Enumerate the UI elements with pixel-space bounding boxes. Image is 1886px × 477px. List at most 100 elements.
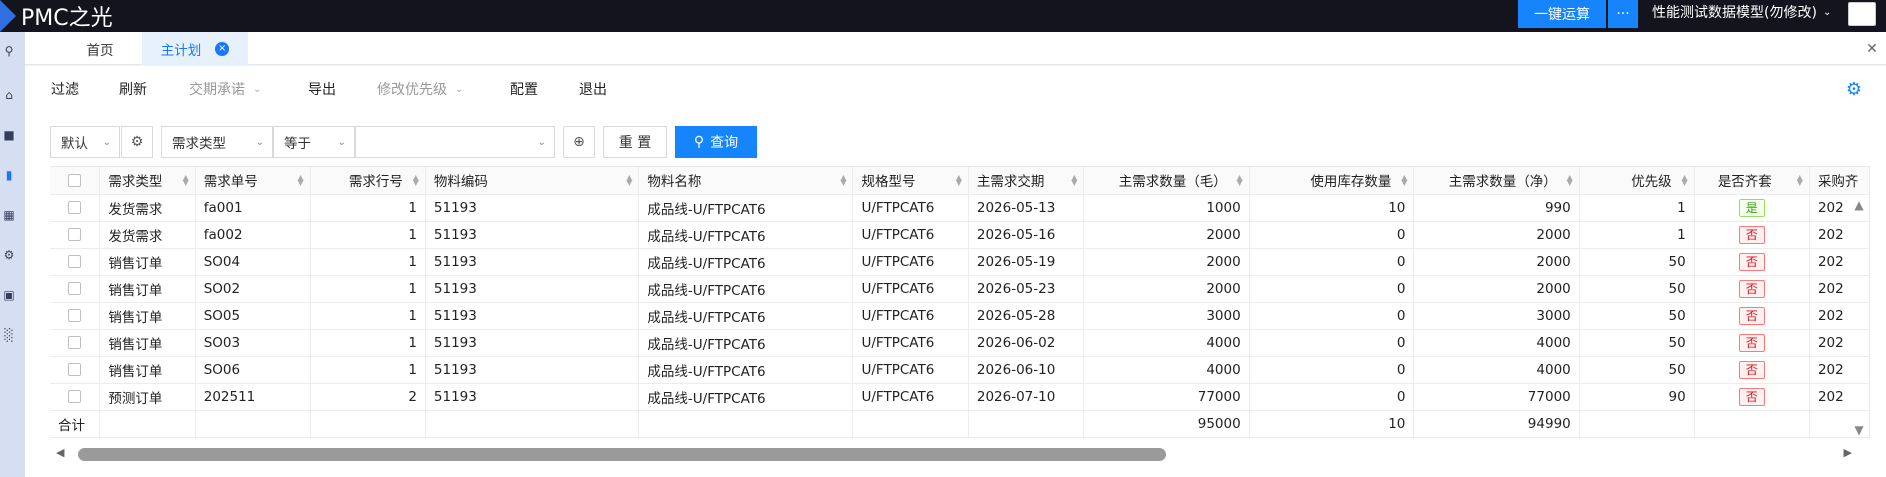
- modify-priority-label: 修改优先级: [377, 82, 447, 98]
- delivery-promise-dropdown[interactable]: 交期承诺 ⌄: [189, 66, 261, 112]
- cell-stock: 0: [1249, 356, 1415, 384]
- table-row[interactable]: 发货需求 fa002 1 51193 成品线-U/FTPCAT6 U/FTPCAT6 202…: [50, 221, 1870, 249]
- field-select[interactable]: 需求类型 ⌄: [161, 126, 273, 158]
- cell-date: 2026-06-02: [968, 329, 1085, 357]
- cell-date: 2026-06-10: [968, 356, 1085, 384]
- reset-button[interactable]: 重 置: [603, 126, 667, 158]
- cell-purchase: 202: [1809, 275, 1870, 303]
- plan-icon[interactable]: ▮: [2, 168, 16, 182]
- modify-priority-dropdown[interactable]: 修改优先级 ⌄: [377, 66, 463, 112]
- filter-button[interactable]: 过滤: [51, 66, 79, 112]
- close-tab-icon[interactable]: ×: [215, 41, 230, 56]
- select-all-checkbox[interactable]: [50, 167, 101, 195]
- tab-home[interactable]: 首页: [50, 32, 150, 65]
- scroll-left-icon[interactable]: ◀: [56, 446, 64, 459]
- operator-select[interactable]: 等于 ⌄: [273, 126, 355, 158]
- summary-cell: [1694, 410, 1810, 438]
- home-icon[interactable]: ⌂: [2, 88, 16, 102]
- query-button[interactable]: ⚲ 查询: [675, 126, 757, 158]
- col-header[interactable]: 采购齐: [1809, 167, 1870, 195]
- col-header[interactable]: 主需求数量（净） ▲ ▼: [1413, 167, 1580, 195]
- cell-priority: 50: [1579, 329, 1695, 357]
- table-row[interactable]: 销售订单 SO02 1 51193 成品线-U/FTPCAT6 U/FTPCAT6 2026…: [50, 275, 1870, 303]
- row-checkbox[interactable]: [50, 356, 101, 384]
- close-icon[interactable]: ✕: [1860, 37, 1884, 61]
- cell-complete: 否: [1694, 356, 1810, 384]
- summary-cell: [99, 410, 196, 438]
- row-checkbox[interactable]: [50, 302, 101, 330]
- cell-stock: 0: [1249, 302, 1415, 330]
- more-button[interactable]: ···: [1608, 0, 1638, 28]
- cell-stock: 0: [1249, 329, 1415, 357]
- chevron-down-icon: ⌄: [537, 136, 546, 148]
- col-header[interactable]: 是否齐套 ▲ ▼: [1694, 167, 1810, 195]
- row-checkbox[interactable]: [50, 194, 101, 222]
- value-select[interactable]: ⌄: [355, 126, 555, 158]
- scroll-up-icon[interactable]: ▲: [1851, 198, 1867, 212]
- export-button[interactable]: 导出: [308, 66, 336, 112]
- col-header[interactable]: 主需求数量（毛） ▲ ▼: [1083, 167, 1250, 195]
- run-all-button[interactable]: 一键运算: [1518, 0, 1606, 28]
- cell-code: 51193: [425, 329, 640, 357]
- cell-net: 77000: [1413, 383, 1580, 411]
- cell-gross: 1000: [1083, 194, 1250, 222]
- avatar[interactable]: [1848, 2, 1876, 26]
- summary-cell: [638, 410, 854, 438]
- row-checkbox[interactable]: [50, 248, 101, 276]
- config-button[interactable]: 配置: [510, 66, 538, 112]
- search-icon[interactable]: ⚲: [2, 44, 16, 58]
- col-header[interactable]: 使用库存数量 ▲ ▼: [1249, 167, 1415, 195]
- col-header[interactable]: 需求单号 ▲ ▼: [195, 167, 311, 195]
- table-row[interactable]: 预测订单 202511 2 51193 成品线-U/FTPCAT6 U/FTPCAT6 20…: [50, 383, 1870, 411]
- scrollbar-thumb[interactable]: [78, 448, 1166, 461]
- add-condition-button[interactable]: ⊕: [563, 126, 595, 158]
- scroll-down-icon[interactable]: ▼: [1851, 423, 1867, 437]
- summary-cell: [425, 410, 640, 438]
- table-row[interactable]: 发货需求 fa001 1 51193 成品线-U/FTPCAT6 U/FTPCAT6 202…: [50, 194, 1870, 222]
- horizontal-scrollbar[interactable]: ◀ ▶: [50, 445, 1852, 461]
- chart-icon[interactable]: ▦: [2, 208, 16, 222]
- table-row[interactable]: 销售订单 SO05 1 51193 成品线-U/FTPCAT6 U/FTPCAT6 2026…: [50, 302, 1870, 330]
- scroll-right-icon[interactable]: ▶: [1844, 446, 1852, 459]
- gear-icon[interactable]: ⚙: [2, 248, 16, 262]
- complete-status-badge: 否: [1738, 333, 1765, 352]
- stats-icon[interactable]: ░: [2, 328, 16, 342]
- report-icon[interactable]: ▣: [2, 288, 16, 302]
- tab-main-plan[interactable]: 主计划 ×: [142, 32, 248, 65]
- gear-icon: ⚙: [130, 134, 144, 150]
- settings-gear-icon[interactable]: ⚙: [1845, 79, 1863, 100]
- top-bar: PMC之光 一键运算 ··· 性能测试数据模型(勿修改) ⌄: [0, 0, 1886, 32]
- cell-stock: 0: [1249, 248, 1415, 276]
- exit-button[interactable]: 退出: [579, 66, 607, 112]
- cell-gross: 4000: [1083, 329, 1250, 357]
- row-checkbox[interactable]: [50, 329, 101, 357]
- delivery-promise-label: 交期承诺: [189, 82, 245, 98]
- cell-complete: 否: [1694, 275, 1810, 303]
- app-title: PMC之光: [21, 6, 113, 31]
- scheme-select[interactable]: 默认 ⌄: [50, 126, 120, 158]
- cell-name: 成品线-U/FTPCAT6: [638, 194, 854, 222]
- row-checkbox[interactable]: [50, 383, 101, 411]
- model-select[interactable]: 性能测试数据模型(勿修改) ⌄: [1652, 0, 1831, 24]
- row-checkbox[interactable]: [50, 275, 101, 303]
- cell-name: 成品线-U/FTPCAT6: [638, 383, 854, 411]
- refresh-button[interactable]: 刷新: [119, 66, 147, 112]
- col-header[interactable]: 规格型号 ▲ ▼: [852, 167, 969, 195]
- table-row[interactable]: 销售订单 SO03 1 51193 成品线-U/FTPCAT6 U/FTPCAT6 2026…: [50, 329, 1870, 357]
- table-row[interactable]: 销售订单 SO06 1 51193 成品线-U/FTPCAT6 U/FTPCAT6 2026…: [50, 356, 1870, 384]
- col-header[interactable]: 物料编码 ▲ ▼: [425, 167, 640, 195]
- row-checkbox[interactable]: [50, 221, 101, 249]
- col-header[interactable]: 主需求交期 ▲ ▼: [968, 167, 1085, 195]
- cell-complete: 否: [1694, 302, 1810, 330]
- col-header[interactable]: 需求类型 ▲ ▼: [99, 167, 196, 195]
- scheme-settings-button[interactable]: ⚙: [121, 126, 153, 158]
- cell-line: 1: [310, 275, 426, 303]
- col-header[interactable]: 物料名称 ▲ ▼: [638, 167, 854, 195]
- table-row[interactable]: 销售订单 SO04 1 51193 成品线-U/FTPCAT6 U/FTPCAT6 2026…: [50, 248, 1870, 276]
- book-icon[interactable]: ■: [2, 128, 16, 142]
- cell-type: 发货需求: [99, 194, 196, 222]
- col-header[interactable]: 需求行号 ▲ ▼: [310, 167, 426, 195]
- col-header[interactable]: 优先级 ▲ ▼: [1579, 167, 1695, 195]
- table-header-row: 需求类型 ▲ ▼ 需求单号 ▲ ▼ 需求行号 ▲ ▼ 物料编码 ▲ ▼ 物料名称 ▲ ▼ 规格型号 ▲…: [50, 167, 1870, 195]
- cell-priority: 50: [1579, 248, 1695, 276]
